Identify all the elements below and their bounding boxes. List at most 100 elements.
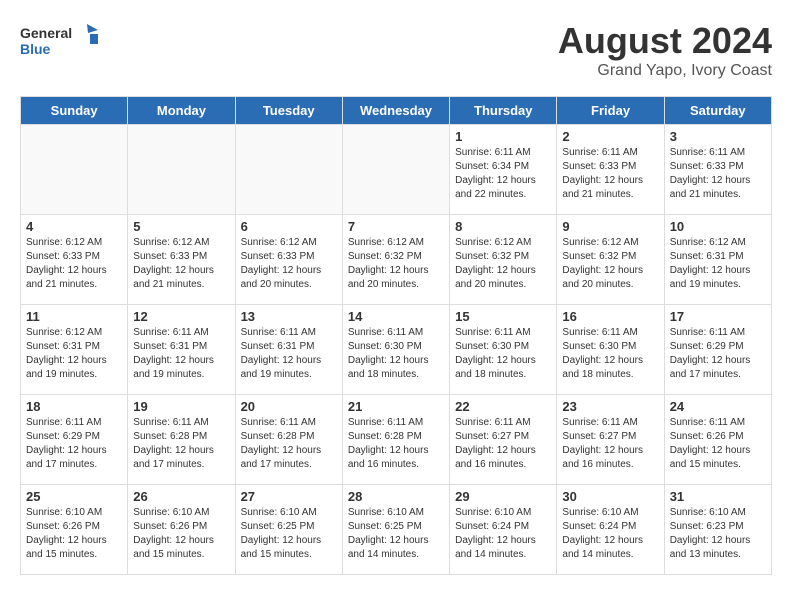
day-number: 30 <box>562 489 658 504</box>
calendar-cell: 5 Sunrise: 6:12 AM Sunset: 6:33 PM Daylig… <box>128 215 235 305</box>
calendar-location: Grand Yapo, Ivory Coast <box>558 62 772 80</box>
weekday-header-friday: Friday <box>557 97 664 125</box>
day-info: Sunrise: 6:11 AM Sunset: 6:27 PM Dayligh… <box>562 416 658 472</box>
day-info: Sunrise: 6:11 AM Sunset: 6:26 PM Dayligh… <box>670 416 766 472</box>
calendar-cell: 23 Sunrise: 6:11 AM Sunset: 6:27 PM Dayli… <box>557 395 664 485</box>
day-info: Sunrise: 6:12 AM Sunset: 6:32 PM Dayligh… <box>348 236 444 292</box>
generalblue-logo: General Blue <box>20 20 100 64</box>
calendar-cell: 6 Sunrise: 6:12 AM Sunset: 6:33 PM Daylig… <box>235 215 342 305</box>
day-info: Sunrise: 6:11 AM Sunset: 6:34 PM Dayligh… <box>455 146 551 202</box>
day-number: 29 <box>455 489 551 504</box>
calendar-cell: 30 Sunrise: 6:10 AM Sunset: 6:24 PM Dayli… <box>557 485 664 575</box>
day-info: Sunrise: 6:12 AM Sunset: 6:33 PM Dayligh… <box>133 236 229 292</box>
day-number: 5 <box>133 219 229 234</box>
day-number: 8 <box>455 219 551 234</box>
calendar-cell: 3Sunrise: 6:11 AM Sunset: 6:33 PM Daylig… <box>664 125 771 215</box>
calendar-cell: 14 Sunrise: 6:11 AM Sunset: 6:30 PM Dayli… <box>342 305 449 395</box>
calendar-cell: 11 Sunrise: 6:12 AM Sunset: 6:31 PM Dayli… <box>21 305 128 395</box>
calendar-cell: 7Sunrise: 6:12 AM Sunset: 6:32 PM Daylig… <box>342 215 449 305</box>
day-info: Sunrise: 6:11 AM Sunset: 6:28 PM Dayligh… <box>133 416 229 472</box>
weekday-header-sunday: Sunday <box>21 97 128 125</box>
calendar-cell <box>342 125 449 215</box>
day-number: 14 <box>348 309 444 324</box>
day-number: 21 <box>348 399 444 414</box>
day-info: Sunrise: 6:11 AM Sunset: 6:27 PM Dayligh… <box>455 416 551 472</box>
calendar-cell: 25 Sunrise: 6:10 AM Sunset: 6:26 PM Dayli… <box>21 485 128 575</box>
calendar-week-2: 4 Sunrise: 6:12 AM Sunset: 6:33 PM Daylig… <box>21 215 772 305</box>
day-number: 3 <box>670 129 766 144</box>
calendar-cell: 1 Sunrise: 6:11 AM Sunset: 6:34 PM Daylig… <box>450 125 557 215</box>
calendar-title: August 2024 <box>558 20 772 62</box>
day-number: 12 <box>133 309 229 324</box>
day-number: 24 <box>670 399 766 414</box>
calendar-cell: 28Sunrise: 6:10 AM Sunset: 6:25 PM Dayli… <box>342 485 449 575</box>
svg-text:General: General <box>20 25 72 41</box>
calendar-cell: 21 Sunrise: 6:11 AM Sunset: 6:28 PM Dayli… <box>342 395 449 485</box>
day-number: 6 <box>241 219 337 234</box>
weekday-header-thursday: Thursday <box>450 97 557 125</box>
day-number: 9 <box>562 219 658 234</box>
calendar-header: SundayMondayTuesdayWednesdayThursdayFrid… <box>21 97 772 125</box>
day-info: Sunrise: 6:11 AM Sunset: 6:30 PM Dayligh… <box>348 326 444 382</box>
day-info: Sunrise: 6:11 AM Sunset: 6:30 PM Dayligh… <box>455 326 551 382</box>
calendar-cell <box>235 125 342 215</box>
weekday-header-saturday: Saturday <box>664 97 771 125</box>
calendar-week-1: 1 Sunrise: 6:11 AM Sunset: 6:34 PM Daylig… <box>21 125 772 215</box>
day-number: 13 <box>241 309 337 324</box>
day-info: Sunrise: 6:10 AM Sunset: 6:24 PM Dayligh… <box>455 506 551 562</box>
calendar-cell: 8 Sunrise: 6:12 AM Sunset: 6:32 PM Daylig… <box>450 215 557 305</box>
day-info: Sunrise: 6:10 AM Sunset: 6:26 PM Dayligh… <box>26 506 122 562</box>
calendar-week-5: 25 Sunrise: 6:10 AM Sunset: 6:26 PM Dayli… <box>21 485 772 575</box>
day-info: Sunrise: 6:12 AM Sunset: 6:33 PM Dayligh… <box>26 236 122 292</box>
day-number: 23 <box>562 399 658 414</box>
calendar-cell: 22 Sunrise: 6:11 AM Sunset: 6:27 PM Dayli… <box>450 395 557 485</box>
day-info: Sunrise: 6:12 AM Sunset: 6:31 PM Dayligh… <box>26 326 122 382</box>
weekday-header-monday: Monday <box>128 97 235 125</box>
day-info: Sunrise: 6:11 AM Sunset: 6:31 PM Dayligh… <box>241 326 337 382</box>
day-info: Sunrise: 6:12 AM Sunset: 6:33 PM Dayligh… <box>241 236 337 292</box>
day-info: Sunrise: 6:10 AM Sunset: 6:26 PM Dayligh… <box>133 506 229 562</box>
day-number: 1 <box>455 129 551 144</box>
weekday-header-row: SundayMondayTuesdayWednesdayThursdayFrid… <box>21 97 772 125</box>
calendar-cell: 10 Sunrise: 6:12 AM Sunset: 6:31 PM Dayli… <box>664 215 771 305</box>
logo: General Blue <box>20 20 100 64</box>
day-number: 10 <box>670 219 766 234</box>
calendar-cell: 16Sunrise: 6:11 AM Sunset: 6:30 PM Dayli… <box>557 305 664 395</box>
day-number: 20 <box>241 399 337 414</box>
day-info: Sunrise: 6:11 AM Sunset: 6:28 PM Dayligh… <box>241 416 337 472</box>
calendar-cell <box>21 125 128 215</box>
day-info: Sunrise: 6:10 AM Sunset: 6:25 PM Dayligh… <box>241 506 337 562</box>
day-info: Sunrise: 6:10 AM Sunset: 6:25 PM Dayligh… <box>348 506 444 562</box>
calendar-cell: 2 Sunrise: 6:11 AM Sunset: 6:33 PM Daylig… <box>557 125 664 215</box>
title-area: August 2024 Grand Yapo, Ivory Coast <box>558 20 772 80</box>
weekday-header-tuesday: Tuesday <box>235 97 342 125</box>
day-number: 27 <box>241 489 337 504</box>
day-info: Sunrise: 6:10 AM Sunset: 6:24 PM Dayligh… <box>562 506 658 562</box>
calendar-cell: 19 Sunrise: 6:11 AM Sunset: 6:28 PM Dayli… <box>128 395 235 485</box>
day-number: 22 <box>455 399 551 414</box>
day-info: Sunrise: 6:11 AM Sunset: 6:33 PM Dayligh… <box>562 146 658 202</box>
day-info: Sunrise: 6:12 AM Sunset: 6:31 PM Dayligh… <box>670 236 766 292</box>
day-number: 15 <box>455 309 551 324</box>
calendar-week-4: 18Sunrise: 6:11 AM Sunset: 6:29 PM Dayli… <box>21 395 772 485</box>
calendar-week-3: 11 Sunrise: 6:12 AM Sunset: 6:31 PM Dayli… <box>21 305 772 395</box>
day-info: Sunrise: 6:12 AM Sunset: 6:32 PM Dayligh… <box>455 236 551 292</box>
day-number: 25 <box>26 489 122 504</box>
day-number: 16 <box>562 309 658 324</box>
calendar-cell: 20 Sunrise: 6:11 AM Sunset: 6:28 PM Dayli… <box>235 395 342 485</box>
header: General Blue August 2024 Grand Yapo, Ivo… <box>20 20 772 80</box>
calendar-table: SundayMondayTuesdayWednesdayThursdayFrid… <box>20 96 772 575</box>
day-number: 2 <box>562 129 658 144</box>
day-number: 11 <box>26 309 122 324</box>
day-number: 19 <box>133 399 229 414</box>
day-info: Sunrise: 6:11 AM Sunset: 6:28 PM Dayligh… <box>348 416 444 472</box>
calendar-cell <box>128 125 235 215</box>
calendar-cell: 15 Sunrise: 6:11 AM Sunset: 6:30 PM Dayli… <box>450 305 557 395</box>
day-info: Sunrise: 6:12 AM Sunset: 6:32 PM Dayligh… <box>562 236 658 292</box>
day-number: 17 <box>670 309 766 324</box>
day-info: Sunrise: 6:11 AM Sunset: 6:29 PM Dayligh… <box>670 326 766 382</box>
svg-text:Blue: Blue <box>20 41 51 57</box>
calendar-cell: 9 Sunrise: 6:12 AM Sunset: 6:32 PM Daylig… <box>557 215 664 305</box>
day-number: 18 <box>26 399 122 414</box>
day-number: 4 <box>26 219 122 234</box>
